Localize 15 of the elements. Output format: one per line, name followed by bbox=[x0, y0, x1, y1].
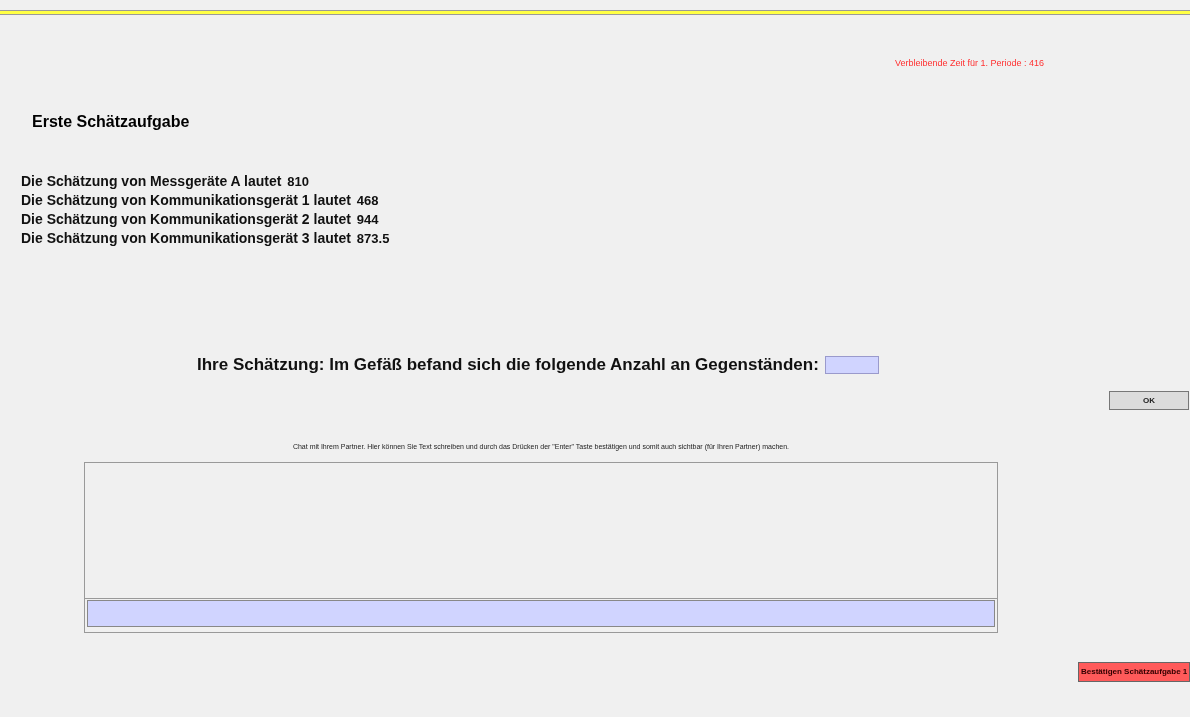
estimate-label: Die Schätzung von Kommunikationsgerät 1 lautet bbox=[21, 191, 351, 210]
timer-text: Verbleibende Zeit für 1. Periode : 416 bbox=[895, 58, 1045, 68]
confirm-button[interactable]: Bestätigen Schätzaufgabe 1 bbox=[1078, 662, 1190, 682]
estimate-value: 944 bbox=[356, 211, 379, 229]
estimate-label: Die Schätzung von Kommunikationsgerät 3 lautet bbox=[21, 229, 351, 248]
task-title: Erste Schätzaufgabe bbox=[32, 113, 190, 130]
estimate-label: Die Schätzung von Kommunikationsgerät 2 lautet bbox=[21, 210, 351, 229]
estimate-value: 873.5 bbox=[356, 230, 390, 248]
estimate-value: 468 bbox=[356, 192, 379, 210]
chat-input[interactable] bbox=[87, 600, 995, 627]
estimate-label: Die Schätzung von Messgeräte A lautet bbox=[21, 172, 282, 191]
estimate-value: 810 bbox=[287, 173, 310, 191]
question-text: Ihre Schätzung: Im Gefäß befand sich die folgende Anzahl an Gegenständen: bbox=[197, 354, 819, 377]
estimate-input[interactable] bbox=[824, 356, 879, 374]
ok-button[interactable]: OK bbox=[1109, 391, 1189, 410]
